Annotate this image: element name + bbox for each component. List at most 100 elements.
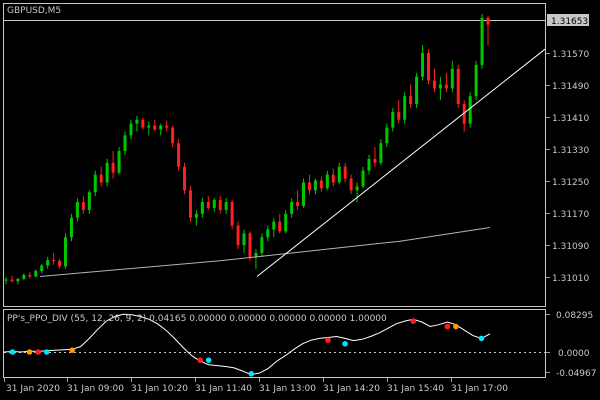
time-axis-label: 31 Jan 10:20 — [131, 384, 188, 394]
candle-body — [188, 190, 192, 218]
candle-body — [10, 279, 14, 282]
candle-body — [34, 271, 38, 277]
candle-body — [224, 202, 228, 210]
indicator-axis-label: -0.04967 — [556, 369, 596, 379]
indicator-axis: 0.08295 0.0000 -0.04967 — [546, 311, 596, 379]
price-chart-frame — [3, 3, 546, 307]
trading-chart-window[interactable]: GBPUSD,M5 1.31570 1.31490 1.31410 1.3133… — [0, 0, 600, 400]
candle-body — [480, 17, 484, 65]
candle-body — [87, 192, 91, 210]
candle-body — [4, 279, 8, 281]
candle-body — [52, 260, 56, 262]
candle-body — [242, 233, 246, 246]
candle-body — [284, 213, 288, 232]
time-axis-label: 31 Jan 17:00 — [451, 384, 508, 394]
ppo-divergence-marker — [26, 349, 33, 355]
candle-body — [272, 221, 276, 230]
candle-body — [438, 84, 442, 89]
time-axis-label: 31 Jan 09:00 — [67, 384, 124, 394]
ppo-divergence-marker — [197, 357, 203, 363]
candle-body — [99, 174, 103, 183]
candle-body — [230, 202, 234, 226]
candle-body — [46, 260, 50, 266]
candle-body — [206, 202, 210, 208]
candle-body — [307, 182, 311, 191]
price-axis-label: 1.31570 — [552, 50, 589, 60]
candle-body — [28, 274, 32, 277]
candle-body — [111, 162, 115, 173]
candle-body — [379, 143, 383, 163]
ppo-divergence-marker — [410, 318, 417, 324]
candle-body — [200, 202, 204, 214]
ppo-divergence-marker — [453, 323, 459, 330]
candle-body — [313, 180, 317, 191]
candle-body — [75, 202, 79, 218]
indicator-title: PP's_PPO_DIV (55, 12, 26, 9, 2) 0.04165 … — [7, 314, 387, 324]
candle-body — [450, 68, 454, 89]
time-axis-label: 31 Jan 2020 — [6, 384, 60, 394]
time-axis-label: 31 Jan 15:40 — [387, 384, 444, 394]
ppo-divergence-marker — [325, 337, 331, 343]
candle-body — [153, 125, 157, 130]
candle-body — [260, 237, 264, 253]
candle-body — [296, 202, 300, 206]
candle-body — [236, 225, 240, 246]
price-axis: 1.31570 1.31490 1.31410 1.31330 1.31250 … — [546, 50, 589, 284]
indicator-axis-label: 0.08295 — [556, 311, 593, 321]
price-axis-label: 1.31410 — [552, 114, 589, 124]
candlestick-series — [4, 13, 490, 285]
ppo-divergence-marker — [205, 357, 212, 363]
price-axis-label: 1.31490 — [552, 82, 589, 92]
candle-body — [456, 68, 460, 105]
candle-body — [337, 166, 341, 183]
ppo-divergence-marker — [444, 323, 451, 330]
candle-body — [123, 135, 127, 152]
candle-body — [325, 174, 329, 189]
candle-body — [105, 162, 109, 183]
candle-body — [474, 64, 478, 97]
candle-body — [159, 125, 163, 130]
candle-body — [58, 260, 62, 267]
ppo-divergence-marker — [43, 349, 50, 355]
ppo-divergence-marker — [248, 371, 255, 377]
candle-body — [355, 186, 359, 191]
candle-body — [183, 166, 187, 191]
candle-body — [248, 233, 252, 257]
candle-body — [212, 200, 216, 208]
candle-body — [81, 202, 85, 210]
candle-body — [403, 96, 407, 120]
moving-average-line — [39, 227, 491, 277]
price-axis-label: 1.31250 — [552, 178, 589, 188]
time-axis-label: 31 Jan 13:00 — [259, 384, 316, 394]
candle-body — [373, 158, 377, 163]
candle-body — [421, 53, 425, 77]
time-axis-label: 31 Jan 14:20 — [323, 384, 380, 394]
candle-body — [432, 80, 436, 89]
candle-body — [69, 217, 73, 238]
candle-body — [22, 274, 26, 279]
trend-line[interactable] — [256, 48, 546, 277]
candle-body — [302, 182, 306, 206]
candle-body — [367, 158, 371, 171]
symbol-title: GBPUSD,M5 — [7, 6, 61, 16]
candle-body — [319, 180, 323, 189]
candle-body — [349, 178, 353, 191]
candle-body — [361, 170, 365, 187]
candle-body — [40, 265, 44, 271]
price-axis-label: 1.31170 — [552, 210, 589, 220]
candle-body — [409, 96, 413, 105]
ppo-divergence-marker — [342, 341, 348, 347]
candle-body — [64, 237, 68, 267]
candle-body — [218, 200, 222, 210]
price-axis-label: 1.31330 — [552, 146, 589, 156]
candle-body — [468, 96, 472, 124]
candle-body — [397, 111, 401, 120]
candle-body — [266, 229, 270, 238]
candle-body — [278, 221, 282, 232]
candle-body — [415, 76, 419, 105]
candle-body — [391, 111, 395, 128]
ppo-divergence-marker — [9, 349, 16, 355]
candle-body — [331, 174, 335, 183]
candle-body — [129, 123, 133, 136]
candle-body — [135, 119, 139, 124]
